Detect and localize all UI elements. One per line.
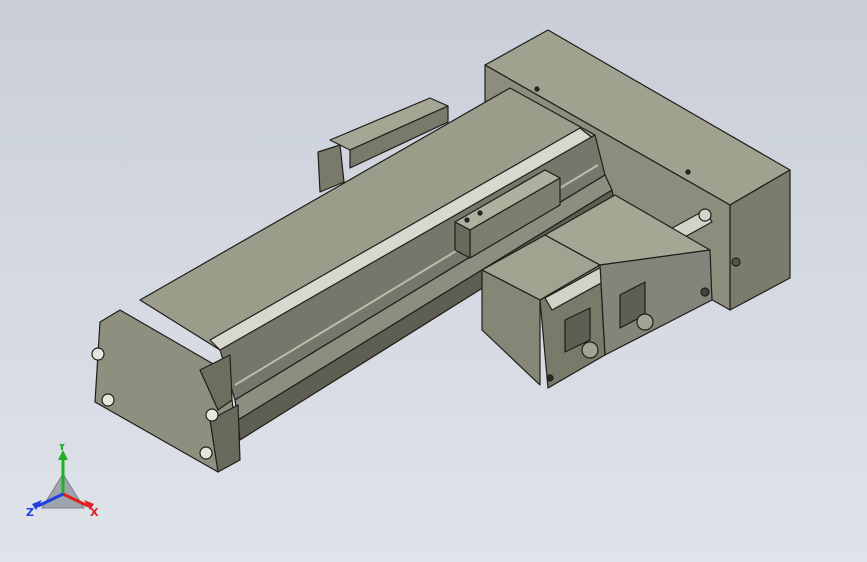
axis-label-z: Z [26,506,34,519]
cad-viewport[interactable] [0,0,867,562]
axis-triad: Y X Z [26,444,99,519]
linear-actuator-model[interactable] [91,29,791,473]
axis-label-y: Y [57,444,67,453]
axis-label-x: X [90,506,99,519]
